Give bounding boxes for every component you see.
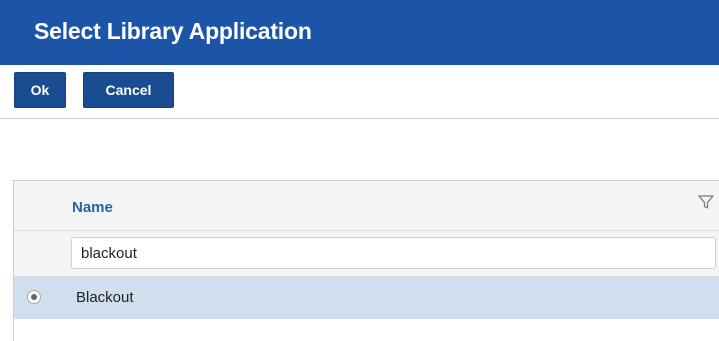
row-name-cell: Blackout	[76, 289, 134, 306]
filter-icon[interactable]	[697, 193, 715, 211]
application-grid: Name Blackout	[13, 180, 719, 341]
grid-header-row: Name	[14, 181, 719, 231]
radio-selected-dot	[31, 294, 37, 300]
row-select-radio[interactable]	[27, 290, 41, 304]
table-row[interactable]: Blackout	[14, 277, 719, 319]
ok-button[interactable]: Ok	[14, 72, 66, 108]
filter-row	[14, 231, 719, 277]
dialog-title: Select Library Application	[34, 18, 312, 44]
toolbar: Ok Cancel	[0, 65, 719, 119]
column-header-name[interactable]: Name	[72, 199, 113, 216]
name-filter-input[interactable]	[71, 237, 716, 269]
cancel-button[interactable]: Cancel	[83, 72, 174, 108]
dialog-header: Select Library Application	[0, 0, 719, 65]
